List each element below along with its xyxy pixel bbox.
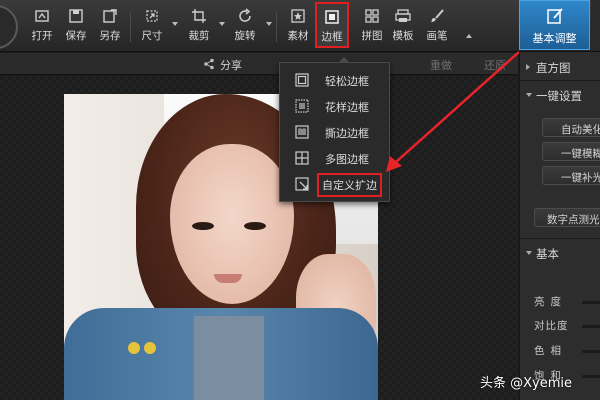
auto-beautify-label: 自动美化 bbox=[561, 124, 600, 136]
collapse-arrow-icon bbox=[526, 93, 532, 97]
digital-metering-button[interactable]: 数字点测光 bbox=[534, 208, 600, 227]
border-button[interactable]: 边框 bbox=[315, 2, 349, 48]
histogram-label: 直方图 bbox=[536, 61, 571, 75]
photo-badge bbox=[144, 342, 156, 354]
digital-metering-label: 数字点测光 bbox=[547, 214, 600, 226]
sticker-label: 素材 bbox=[287, 30, 309, 42]
edit-icon bbox=[546, 8, 563, 24]
brightness-slider[interactable] bbox=[582, 301, 600, 304]
section-divider bbox=[520, 238, 600, 239]
menu-item-multi-photo-border[interactable]: 多图边框 bbox=[280, 145, 389, 171]
sticker-icon bbox=[291, 9, 305, 23]
hue-label: 色相 bbox=[534, 345, 567, 357]
open-icon bbox=[35, 10, 49, 22]
photo-badge bbox=[128, 342, 140, 354]
one-click-label: 一键设置 bbox=[536, 89, 582, 103]
save-button[interactable]: 保存 bbox=[59, 8, 93, 48]
toolbar-divider bbox=[130, 12, 131, 42]
toolbar-divider bbox=[276, 12, 277, 42]
menu-item-label: 多图边框 bbox=[325, 153, 369, 166]
torn-border-icon bbox=[295, 125, 309, 139]
brightness-label: 亮度 bbox=[534, 296, 567, 308]
secondary-toolbar: 分享 重做 还原 bbox=[0, 53, 518, 75]
one-click-fill-light-button[interactable]: 一键补光 bbox=[542, 166, 600, 185]
save-icon bbox=[69, 9, 83, 23]
section-divider bbox=[520, 80, 600, 81]
basic-adjust-tab[interactable]: 基本调整 bbox=[519, 0, 590, 50]
border-label: 边框 bbox=[321, 31, 343, 43]
pattern-border-icon bbox=[295, 99, 309, 113]
collapse-arrow-icon bbox=[526, 251, 532, 255]
histogram-section[interactable]: 直方图 bbox=[520, 56, 600, 78]
watermark-text: 头条 @Xyemie bbox=[480, 376, 573, 391]
multi-photo-border-icon bbox=[295, 151, 309, 165]
rotate-icon bbox=[239, 8, 251, 22]
menu-item-custom-extend[interactable]: 自定义扩边 bbox=[280, 171, 389, 197]
app-logo[interactable] bbox=[0, 5, 18, 49]
resize-button[interactable]: 尺寸 bbox=[135, 8, 169, 48]
share-icon bbox=[204, 58, 214, 70]
more-tools-caret[interactable] bbox=[466, 34, 472, 38]
crop-button[interactable]: 裁剪 bbox=[182, 8, 216, 48]
contrast-label: 对比度 bbox=[534, 320, 569, 332]
crop-dropdown-caret[interactable] bbox=[219, 22, 225, 26]
rotate-label: 旋转 bbox=[234, 30, 256, 42]
menu-item-label: 花样边框 bbox=[325, 101, 369, 114]
open-button[interactable]: 打开 bbox=[25, 8, 59, 48]
one-click-blur-label: 一键模糊 bbox=[561, 148, 600, 160]
basic-adjust-label: 基本调整 bbox=[532, 32, 577, 45]
photo-eye bbox=[244, 222, 266, 230]
rotate-button[interactable]: 旋转 bbox=[228, 8, 262, 48]
save-as-label: 另存 bbox=[99, 30, 121, 42]
redo-button[interactable]: 重做 bbox=[430, 57, 452, 73]
rotate-dropdown-caret[interactable] bbox=[266, 22, 272, 26]
resize-dropdown-caret[interactable] bbox=[172, 22, 178, 26]
next-panel-tab[interactable] bbox=[591, 0, 600, 50]
brush-label: 画笔 bbox=[426, 30, 448, 42]
template-button[interactable]: 模板 bbox=[386, 8, 420, 48]
simple-border-icon bbox=[295, 73, 309, 87]
hue-slider[interactable] bbox=[582, 350, 600, 353]
menu-item-label: 轻松边框 bbox=[325, 75, 369, 88]
collage-label: 拼图 bbox=[361, 30, 383, 42]
template-label: 模板 bbox=[392, 30, 414, 42]
brush-icon bbox=[431, 9, 444, 22]
save-as-button[interactable]: 另存 bbox=[93, 8, 127, 48]
collage-icon bbox=[365, 9, 379, 23]
menu-item-pattern-border[interactable]: 花样边框 bbox=[280, 93, 389, 119]
saturation-slider[interactable] bbox=[582, 375, 600, 378]
brush-button[interactable]: 画笔 bbox=[420, 8, 454, 48]
one-click-fill-light-label: 一键补光 bbox=[561, 172, 600, 184]
border-icon bbox=[325, 10, 339, 24]
restore-button[interactable]: 还原 bbox=[484, 57, 506, 73]
adjust-panel: 直方图 一键设置 自动美化 一键模糊 一键补光 数字点测光 基本 亮度 对比度 … bbox=[519, 52, 600, 400]
expand-arrow-icon bbox=[526, 64, 530, 70]
menu-item-simple-border[interactable]: 轻松边框 bbox=[280, 67, 389, 93]
template-icon bbox=[395, 9, 411, 22]
one-click-section[interactable]: 一键设置 bbox=[520, 84, 600, 106]
contrast-slider[interactable] bbox=[582, 325, 600, 328]
menu-item-torn-border[interactable]: 撕边边框 bbox=[280, 119, 389, 145]
resize-label: 尺寸 bbox=[141, 30, 163, 42]
main-toolbar: 打开 保存 另存 尺寸 裁剪 旋转 素材 边框 拼图 模板 画笔 基本调整 bbox=[0, 0, 600, 52]
basic-label: 基本 bbox=[536, 247, 559, 261]
save-label: 保存 bbox=[65, 30, 87, 42]
crop-label: 裁剪 bbox=[188, 30, 210, 42]
one-click-blur-button[interactable]: 一键模糊 bbox=[542, 142, 600, 161]
open-label: 打开 bbox=[31, 30, 53, 42]
photo-shirt bbox=[194, 316, 264, 400]
sticker-button[interactable]: 素材 bbox=[281, 8, 315, 48]
share-button[interactable]: 分享 bbox=[220, 57, 242, 73]
menu-item-label: 自定义扩边 bbox=[317, 173, 382, 197]
border-dropdown-menu: 轻松边框 花样边框 撕边边框 多图边框 自定义扩边 bbox=[279, 57, 390, 202]
collage-button[interactable]: 拼图 bbox=[355, 8, 389, 48]
resize-icon bbox=[146, 10, 158, 22]
menu-item-label: 撕边边框 bbox=[325, 127, 369, 140]
custom-extend-icon bbox=[295, 177, 309, 191]
auto-beautify-button[interactable]: 自动美化 bbox=[542, 118, 600, 137]
photo-eye bbox=[192, 222, 214, 230]
basic-section[interactable]: 基本 bbox=[520, 242, 600, 264]
save-as-icon bbox=[103, 9, 117, 23]
crop-icon bbox=[192, 9, 206, 23]
